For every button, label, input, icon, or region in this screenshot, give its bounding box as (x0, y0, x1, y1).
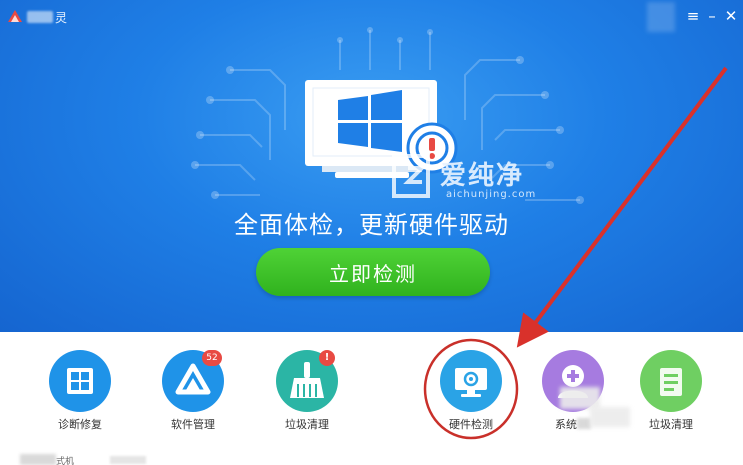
blurred-status-part (20, 454, 56, 465)
hamburger-menu-icon[interactable]: ≡ (683, 5, 703, 27)
blurred-title-part (27, 11, 53, 23)
tool-label: 诊断修复 (58, 418, 102, 431)
hero-banner: 灵 ≡ – ✕ 爱纯净 aichunjing.com 全面体检，更新硬件驱动 立… (0, 0, 743, 332)
blurred-label-part (577, 418, 591, 429)
blurred-area (110, 456, 146, 464)
blurred-area (560, 387, 600, 409)
watermark: 爱纯净 aichunjing.com (388, 152, 578, 212)
hero-slogan: 全面体检，更新硬件驱动 (234, 211, 509, 239)
watermark-text: 爱纯净 (440, 161, 525, 191)
start-scan-button[interactable]: 立即检测 (256, 248, 490, 296)
tool-label: 垃圾清理 (285, 418, 329, 431)
tool-junk-clean[interactable]: ! 垃圾清理 (262, 332, 352, 432)
status-text: 式机 (20, 454, 74, 465)
blurred-area (647, 2, 675, 32)
title-bar: 灵 ≡ – ✕ (0, 0, 743, 34)
update-count-badge: 52 (202, 350, 222, 366)
tool-label: 软件管理 (171, 418, 215, 431)
tool-bar: 诊断修复 52 软件管理 ! 垃圾清理 硬件检测 系统 垃圾清理 (0, 332, 743, 465)
tool-label: 硬件检测 (449, 418, 493, 431)
close-icon[interactable]: ✕ (721, 5, 741, 27)
watermark-url: aichunjing.com (446, 189, 537, 200)
app-logo-icon (8, 10, 22, 22)
tool-label: 垃圾清理 (649, 418, 693, 431)
watermark-logo-icon (392, 154, 430, 198)
cleanup-icon (660, 368, 682, 396)
minimize-icon[interactable]: – (702, 5, 722, 27)
app-title: 灵 (27, 9, 68, 26)
monitor-gear-icon (455, 368, 487, 397)
tool-cleanup[interactable]: 垃圾清理 (626, 332, 716, 432)
blurred-area (590, 407, 630, 427)
status-bar: 式机 (0, 454, 743, 465)
alert-badge: ! (319, 350, 335, 366)
windows-repair-icon (67, 368, 93, 394)
tool-software-manager[interactable]: 52 软件管理 (148, 332, 238, 432)
tool-hardware-check[interactable]: 硬件检测 (426, 332, 516, 432)
tool-diagnose-repair[interactable]: 诊断修复 (35, 332, 125, 432)
